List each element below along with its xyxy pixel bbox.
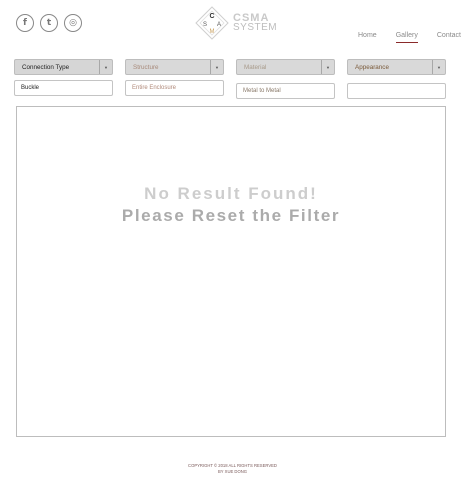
twitter-icon[interactable]: t (40, 14, 58, 32)
logo-diamond-icon: C S A M (195, 6, 229, 40)
site-logo[interactable]: C S A M CSMA SYSTEM (194, 5, 277, 41)
logo-letter-a: A (217, 22, 221, 28)
chevron-down-icon: ▼ (321, 60, 334, 74)
nav-home[interactable]: Home (358, 32, 377, 42)
structure-value[interactable]: Entire Enclosure (125, 80, 224, 96)
connection-type-select[interactable]: Connection Type ▼ (14, 59, 113, 75)
connection-type-label: Connection Type (22, 63, 70, 71)
chevron-down-icon: ▼ (432, 60, 445, 74)
material-value[interactable]: Metal to Metal (236, 83, 335, 99)
connection-type-value[interactable]: Buckle (14, 80, 113, 96)
structure-label: Structure (133, 63, 159, 71)
material-label: Material (244, 63, 267, 71)
main-nav: Home Gallery Contact (358, 32, 461, 43)
footer: COPYRIGHT © 2018 ALL RIGHTS RESERVED BY … (0, 463, 465, 475)
appearance-value[interactable] (347, 83, 446, 99)
facebook-icon[interactable]: f (16, 14, 34, 32)
logo-subtitle: SYSTEM (233, 22, 278, 33)
logo-letter-c: C (209, 13, 214, 20)
material-select[interactable]: Material ▼ (236, 59, 335, 75)
chevron-down-icon: ▼ (99, 60, 112, 74)
appearance-label: Appearance (355, 63, 389, 71)
appearance-select[interactable]: Appearance ▼ (347, 59, 446, 75)
reset-filter-message: Please Reset the Filter (121, 206, 341, 225)
nav-gallery[interactable]: Gallery (395, 32, 419, 43)
nav-contact[interactable]: Contact (437, 32, 461, 42)
logo-letter-m: M (210, 29, 215, 35)
instagram-icon[interactable]: ◎ (64, 14, 82, 32)
chevron-down-icon: ▼ (210, 60, 223, 74)
structure-select[interactable]: Structure ▼ (125, 59, 224, 75)
filter-bar: Connection Type ▼ Buckle Structure ▼ Ent… (14, 59, 446, 99)
author-text: BY XUE DONG (217, 469, 247, 474)
social-links: f t ◎ (16, 14, 82, 32)
results-panel: No Result Found! Please Reset the Filter (16, 106, 446, 437)
no-result-message: No Result Found! (144, 184, 318, 203)
logo-letter-s: S (203, 22, 207, 28)
